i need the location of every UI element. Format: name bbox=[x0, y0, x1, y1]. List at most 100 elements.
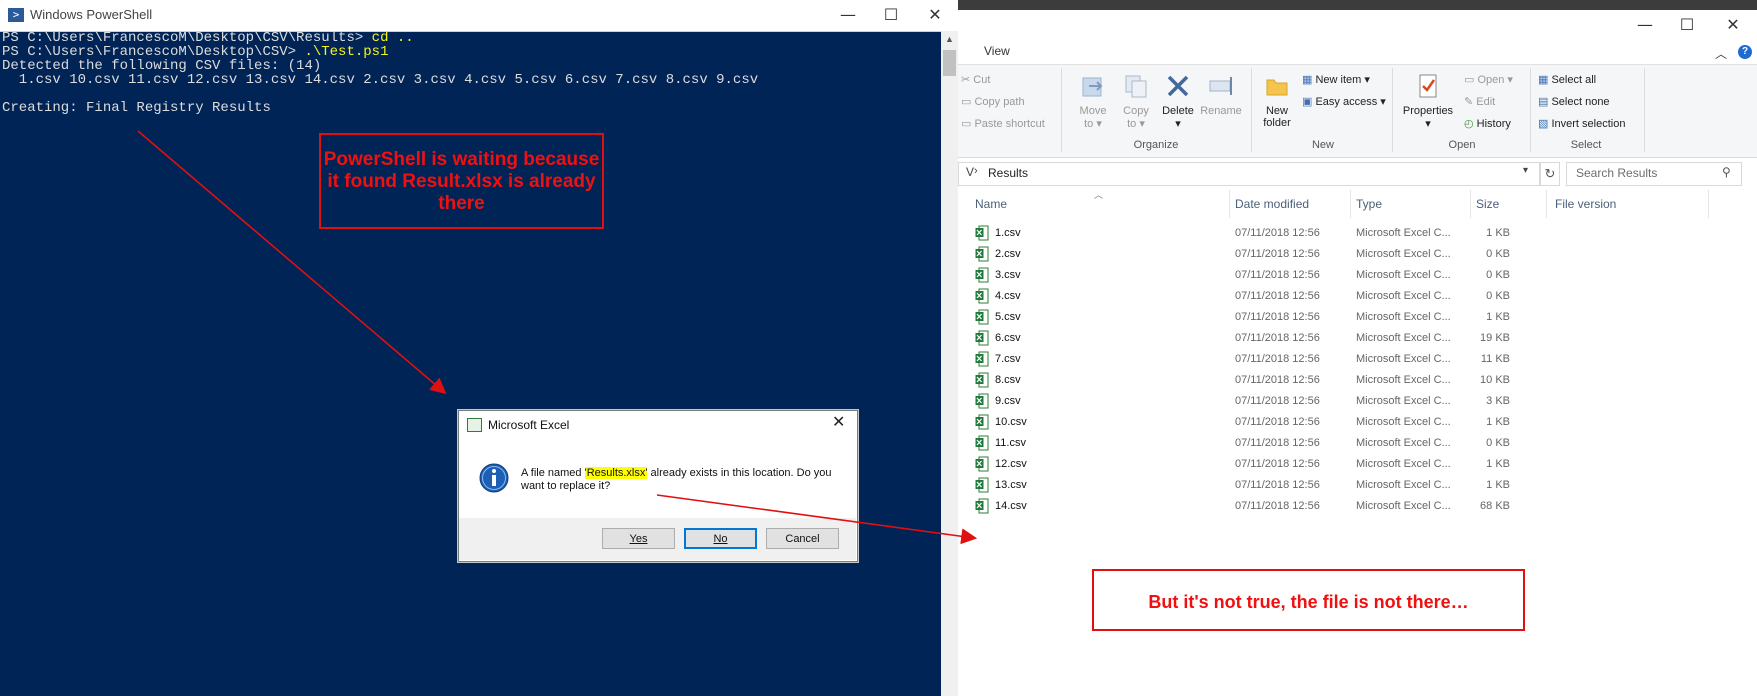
ribbon-tab-view[interactable]: View bbox=[984, 44, 1010, 58]
file-size: 10 KB bbox=[1480, 374, 1510, 386]
column-header-size[interactable]: Size bbox=[1476, 197, 1499, 211]
edit-icon: ✎ bbox=[1464, 96, 1477, 108]
excel-file-icon bbox=[975, 225, 989, 241]
file-row[interactable]: 5.csv 07/11/2018 12:56 Microsoft Excel C..… bbox=[965, 308, 1745, 329]
invert-selection-button[interactable]: ▧ Invert selection bbox=[1538, 117, 1625, 130]
file-type: Microsoft Excel C... bbox=[1356, 395, 1451, 407]
excel-file-icon bbox=[975, 351, 989, 367]
column-header-name[interactable]: Name bbox=[975, 197, 1007, 211]
cancel-button[interactable]: Cancel bbox=[766, 528, 839, 549]
breadcrumb-chevron-icon[interactable]: › bbox=[974, 165, 978, 177]
address-dropdown-icon[interactable]: ▾ bbox=[1523, 165, 1528, 176]
file-type: Microsoft Excel C... bbox=[1356, 416, 1451, 428]
excel-file-icon bbox=[975, 372, 989, 388]
scrollbar-thumb[interactable] bbox=[943, 50, 956, 76]
excel-file-icon bbox=[975, 267, 989, 283]
file-date: 07/11/2018 12:56 bbox=[1235, 353, 1320, 365]
file-size: 1 KB bbox=[1486, 227, 1510, 239]
address-bar[interactable] bbox=[958, 162, 1540, 186]
file-size: 11 KB bbox=[1480, 353, 1510, 365]
column-separator[interactable] bbox=[1708, 190, 1709, 218]
file-row[interactable]: 10.csv 07/11/2018 12:56 Microsoft Excel C.… bbox=[965, 413, 1745, 434]
copy-to-button[interactable]: Copy to ▾ bbox=[1113, 72, 1159, 130]
file-row[interactable]: 9.csv 07/11/2018 12:56 Microsoft Excel C..… bbox=[965, 392, 1745, 413]
paste-shortcut-button[interactable]: ▭ Paste shortcut bbox=[961, 117, 1045, 130]
scissors-icon: ✂ bbox=[961, 74, 974, 86]
file-name: 5.csv bbox=[995, 311, 1021, 323]
ex-minimize-button[interactable]: — bbox=[1622, 10, 1668, 40]
address-prefix: V bbox=[966, 165, 975, 179]
copy-path-icon: ▭ bbox=[961, 96, 975, 108]
powershell-scrollbar[interactable] bbox=[941, 31, 958, 696]
ribbon-collapse-icon[interactable]: ︿ bbox=[1715, 45, 1727, 62]
breadcrumb-results[interactable]: Results bbox=[988, 166, 1028, 180]
new-folder-button[interactable]: New folder bbox=[1260, 72, 1294, 129]
search-icon[interactable]: ⚲ bbox=[1722, 165, 1731, 179]
ex-close-button[interactable]: ✕ bbox=[1710, 10, 1756, 40]
history-button[interactable]: ◴ History bbox=[1464, 117, 1511, 130]
excel-file-icon bbox=[975, 498, 989, 514]
ps-close-button[interactable]: ✕ bbox=[912, 0, 958, 30]
file-type: Microsoft Excel C... bbox=[1356, 248, 1451, 260]
column-separator[interactable] bbox=[1546, 190, 1547, 218]
cut-button[interactable]: ✂ Cut bbox=[961, 73, 990, 86]
select-all-icon: ▦ bbox=[1538, 74, 1552, 86]
column-separator[interactable] bbox=[1229, 190, 1230, 218]
column-separator[interactable] bbox=[1470, 190, 1471, 218]
file-name: 1.csv bbox=[995, 227, 1021, 239]
select-none-button[interactable]: ▤ Select none bbox=[1538, 95, 1610, 108]
file-row[interactable]: 3.csv 07/11/2018 12:56 Microsoft Excel C..… bbox=[965, 266, 1745, 287]
ribbon-group-open: Open bbox=[1448, 139, 1476, 151]
file-type: Microsoft Excel C... bbox=[1356, 479, 1451, 491]
file-row[interactable]: 8.csv 07/11/2018 12:56 Microsoft Excel C..… bbox=[965, 371, 1745, 392]
easy-access-button[interactable]: ▣ Easy access ▾ bbox=[1302, 95, 1386, 108]
copy-path-button[interactable]: ▭ Copy path bbox=[961, 95, 1025, 108]
properties-button[interactable]: Properties ▾ bbox=[1400, 72, 1456, 130]
ps-maximize-button[interactable]: ☐ bbox=[868, 0, 914, 30]
file-row[interactable]: 6.csv 07/11/2018 12:56 Microsoft Excel C..… bbox=[965, 329, 1745, 350]
file-row[interactable]: 4.csv 07/11/2018 12:56 Microsoft Excel C..… bbox=[965, 287, 1745, 308]
help-icon[interactable]: ? bbox=[1738, 45, 1752, 59]
ps-minimize-button[interactable]: — bbox=[825, 0, 871, 30]
ribbon-separator bbox=[1392, 68, 1393, 152]
file-row[interactable]: 12.csv 07/11/2018 12:56 Microsoft Excel C.… bbox=[965, 455, 1745, 476]
file-date: 07/11/2018 12:56 bbox=[1235, 500, 1320, 512]
edit-button[interactable]: ✎ Edit bbox=[1464, 95, 1495, 108]
file-row[interactable]: 2.csv 07/11/2018 12:56 Microsoft Excel C..… bbox=[965, 245, 1745, 266]
ribbon-group-select: Select bbox=[1570, 139, 1602, 151]
excel-file-icon bbox=[975, 393, 989, 409]
no-button[interactable]: No bbox=[684, 528, 757, 549]
file-row[interactable]: 13.csv 07/11/2018 12:56 Microsoft Excel C.… bbox=[965, 476, 1745, 497]
rename-button[interactable]: Rename bbox=[1198, 72, 1244, 117]
open-icon: ▭ bbox=[1464, 74, 1478, 86]
file-row[interactable]: 11.csv 07/11/2018 12:56 Microsoft Excel C.… bbox=[965, 434, 1745, 455]
yes-button[interactable]: Yes bbox=[602, 528, 675, 549]
ex-maximize-button[interactable]: ☐ bbox=[1664, 10, 1710, 40]
annotation-not-there: But it's not true, the file is not there… bbox=[1092, 569, 1525, 631]
file-type: Microsoft Excel C... bbox=[1356, 374, 1451, 386]
file-row[interactable]: 7.csv 07/11/2018 12:56 Microsoft Excel C..… bbox=[965, 350, 1745, 371]
file-name: 4.csv bbox=[995, 290, 1021, 302]
column-separator[interactable] bbox=[1350, 190, 1351, 218]
column-header-type[interactable]: Type bbox=[1356, 197, 1382, 211]
move-to-button[interactable]: Move to ▾ bbox=[1070, 72, 1116, 130]
delete-button[interactable]: Delete ▾ bbox=[1158, 72, 1198, 130]
dialog-close-button[interactable]: ✕ bbox=[832, 412, 845, 431]
scroll-up-arrow-icon[interactable]: ▲ bbox=[941, 31, 958, 48]
open-button[interactable]: ▭ Open ▾ bbox=[1464, 73, 1513, 86]
powershell-icon: > bbox=[8, 8, 24, 22]
file-date: 07/11/2018 12:56 bbox=[1235, 332, 1320, 344]
rename-icon bbox=[1209, 77, 1232, 95]
new-folder-icon bbox=[1266, 79, 1288, 96]
console-line: Detected the following CSV files: (14) bbox=[2, 58, 322, 74]
refresh-icon[interactable]: ↻ bbox=[1540, 162, 1560, 186]
new-item-button[interactable]: ▦ New item ▾ bbox=[1302, 73, 1370, 86]
file-date: 07/11/2018 12:56 bbox=[1235, 311, 1320, 323]
select-all-button[interactable]: ▦ Select all bbox=[1538, 73, 1596, 86]
column-header-date[interactable]: Date modified bbox=[1235, 197, 1309, 211]
file-row[interactable]: 1.csv 07/11/2018 12:56 Microsoft Excel C..… bbox=[965, 224, 1745, 245]
powershell-console[interactable]: PS C:\Users\FrancescoM\Desktop\CSV\Resul… bbox=[0, 31, 942, 115]
file-row[interactable]: 14.csv 07/11/2018 12:56 Microsoft Excel C.… bbox=[965, 497, 1745, 518]
column-header-version[interactable]: File version bbox=[1555, 197, 1616, 211]
